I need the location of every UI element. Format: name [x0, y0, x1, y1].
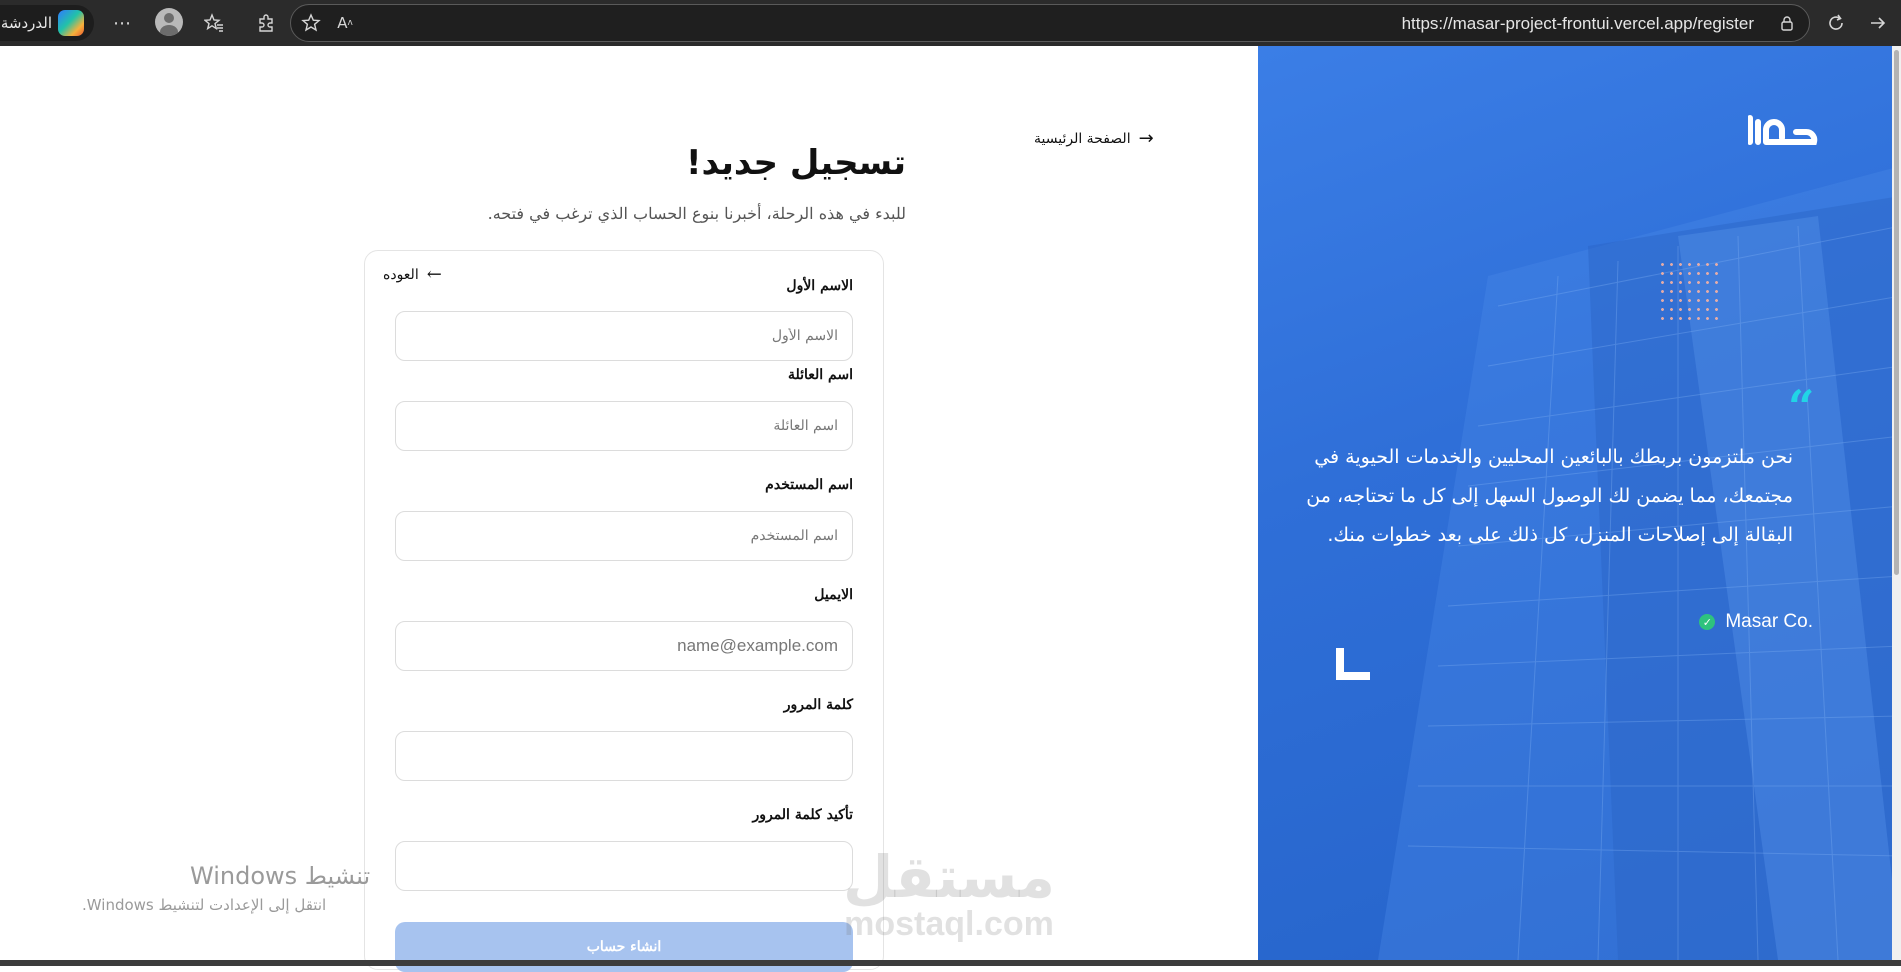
copilot-icon: [58, 10, 84, 36]
windows-activation-subtitle: انتقل إلى الإعدادت لتنشيط Windows.: [82, 896, 327, 914]
password-input[interactable]: [395, 731, 853, 781]
email-label: الايميل: [814, 587, 853, 603]
masar-logo-icon: [1748, 115, 1818, 145]
page-scrollbar-thumb[interactable]: [1894, 50, 1899, 575]
copilot-chat-label: الدردشة: [0, 14, 52, 32]
more-menu-icon[interactable]: ⋯: [108, 9, 136, 37]
last-name-input[interactable]: [395, 401, 853, 451]
quote-icon: “: [1788, 380, 1815, 434]
page-subtitle: للبدء في هذه الرحلة، أخبرنا بنوع الحساب …: [487, 204, 906, 223]
mostaql-watermark-latin: mostaql.com: [844, 905, 1054, 943]
favorite-star-icon[interactable]: [297, 9, 325, 37]
hero-panel: “ نحن ملتزمون بربطك بالبائعين المحليين و…: [1258, 46, 1901, 960]
browser-toolbar: الدردشة ⋯ Aʌ https://masar-project-front…: [0, 0, 1901, 46]
back-link-label: العوده: [383, 266, 419, 283]
username-input[interactable]: [395, 511, 853, 561]
corner-bracket-icon: [1336, 648, 1370, 680]
arrow-left-icon: ←: [426, 264, 442, 285]
mostaql-watermark-arabic: مستقل: [842, 843, 1056, 911]
windows-activation-title: تنشيط Windows: [190, 862, 371, 890]
page-title: تسجيل جديد!: [686, 143, 906, 183]
hero-quote: نحن ملتزمون بربطك بالبائعين المحليين وال…: [1306, 446, 1793, 546]
home-link-label: الصفحة الرئيسية: [1034, 130, 1131, 147]
home-link[interactable]: → الصفحة الرئيسية: [1034, 128, 1154, 149]
confirm-password-input[interactable]: [395, 841, 853, 891]
email-input[interactable]: [395, 621, 853, 671]
address-bar[interactable]: Aʌ https://masar-project-frontui.vercel.…: [290, 4, 1810, 42]
mostaql-watermark: مستقل mostaql.com: [832, 848, 1066, 942]
forward-arrow-icon[interactable]: [1864, 9, 1892, 37]
last-name-label: اسم العائلة: [787, 367, 853, 383]
company-signature: ✓ Masar Co.: [1699, 611, 1813, 633]
username-label: اسم المستخدم: [765, 477, 853, 493]
profile-avatar-icon[interactable]: [155, 8, 183, 36]
first-name-label: الاسم الأول: [786, 278, 853, 294]
password-label: كلمة المرور: [783, 697, 853, 713]
verified-check-icon: ✓: [1699, 614, 1716, 630]
favorites-icon[interactable]: [200, 9, 228, 37]
first-name-input[interactable]: [395, 311, 853, 361]
url-text: https://masar-project-frontui.vercel.app…: [1401, 14, 1754, 33]
site-lock-icon[interactable]: [1773, 9, 1801, 37]
dot-pattern: [1658, 260, 1724, 320]
confirm-password-label: تأكيد كلمة المرور: [752, 807, 853, 823]
back-link[interactable]: ← العوده: [383, 264, 442, 285]
arrow-right-icon: →: [1138, 128, 1154, 149]
bottom-edge: [0, 960, 1901, 966]
extensions-icon[interactable]: [252, 9, 280, 37]
read-aloud-icon[interactable]: Aʌ: [331, 9, 359, 37]
copilot-chat-button[interactable]: الدردشة: [0, 5, 94, 41]
refresh-icon[interactable]: [1822, 9, 1850, 37]
company-name: Masar Co.: [1725, 611, 1813, 632]
